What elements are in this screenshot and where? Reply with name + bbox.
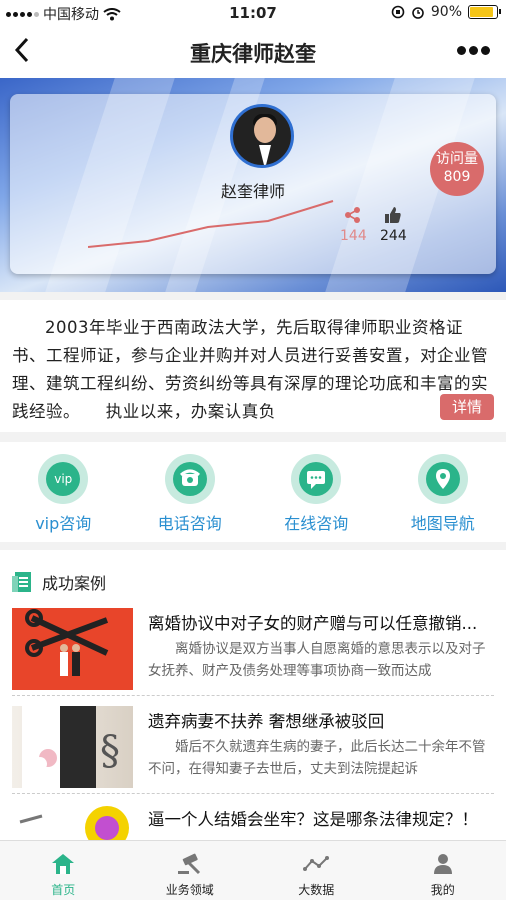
gavel-icon — [177, 853, 200, 875]
svg-text:§: § — [100, 728, 120, 774]
service-online[interactable]: 在线咨询 — [253, 442, 380, 542]
visits-label: 访问量 — [436, 151, 478, 167]
nav-bar: 重庆律师赵奎 — [0, 26, 506, 78]
service-label: 在线咨询 — [284, 514, 349, 533]
case-item[interactable]: § 遗弃病妻不扶养 奢想继承被驳回 婚后不久就遗弃生病的妻子，此后长达二十余年不… — [12, 696, 494, 794]
map-pin-icon — [425, 462, 460, 496]
cases-header: 成功案例 — [0, 550, 506, 598]
battery-icon — [468, 5, 501, 19]
success-cases: 成功案例 离婚协议中对子女的财产赠与可以任意撤销... 离婚协议是双方当事人自愿… — [0, 550, 506, 840]
tab-label: 我的 — [430, 883, 455, 897]
more-button[interactable] — [457, 46, 490, 55]
page-title: 重庆律师赵奎 — [190, 42, 316, 66]
service-label: 地图导航 — [410, 514, 475, 533]
case-title: 离婚协议中对子女的财产赠与可以任意撤销... — [148, 614, 478, 633]
visits-count: 809 — [443, 169, 471, 185]
like-stat[interactable]: 244 — [380, 206, 407, 244]
tab-home[interactable]: 首页 — [0, 841, 127, 900]
battery-percent: 90% — [430, 4, 462, 20]
trend-line — [88, 200, 334, 248]
case-title: 遗弃病妻不扶养 奢想继承被驳回 — [148, 712, 385, 731]
case-title: 逼一个人结婚会坐牢？这是哪条法律规定？！ — [148, 810, 478, 829]
tab-label: 首页 — [51, 883, 76, 897]
status-right: 90% — [391, 4, 501, 20]
tab-business[interactable]: 业务领域 — [127, 841, 254, 900]
service-grid: vip vip咨询 电话咨询 在线咨询 地图导航 — [0, 442, 506, 542]
avatar[interactable] — [230, 104, 294, 168]
profile-banner: 赵奎律师 访问量 809 144 244 — [0, 78, 506, 292]
user-icon — [433, 854, 452, 874]
like-count: 244 — [380, 228, 407, 244]
intro-text: 2003年毕业于西南政法大学，先后取得律师职业资格证书、工程师证，参与企业并购并… — [12, 318, 488, 421]
detail-button[interactable]: 详情 — [440, 394, 494, 420]
alarm-icon — [412, 7, 424, 19]
case-item[interactable]: 逼一个人结婚会坐牢？这是哪条法律规定？！ — [12, 794, 494, 840]
service-label: vip咨询 — [35, 514, 92, 533]
case-thumbnail: § — [12, 706, 133, 788]
case-description: 婚后不久就遗弃生病的妻子，此后长达二十余年不管不问，在得知妻子去世后，丈夫到法院… — [148, 739, 486, 777]
tab-bigdata[interactable]: 大数据 — [253, 841, 380, 900]
tab-label: 业务领域 — [165, 883, 214, 897]
cases-heading: 成功案例 — [42, 574, 107, 593]
vip-icon: vip — [46, 462, 81, 496]
case-description: 离婚协议是双方当事人自愿离婚的意思表示以及对子女抚养、财产及债务处理等事项协商一… — [148, 641, 486, 679]
more-dots-icon — [457, 46, 466, 55]
status-bar: 中国移动 11:07 90% — [0, 0, 506, 26]
service-vip[interactable]: vip vip咨询 — [0, 442, 127, 542]
chat-icon — [299, 462, 334, 496]
visits-badge: 访问量 809 — [430, 142, 484, 196]
home-icon — [52, 854, 75, 874]
service-label: 电话咨询 — [157, 514, 222, 533]
case-thumbnail — [12, 608, 133, 690]
document-icon — [12, 572, 31, 592]
rotation-lock-icon — [391, 5, 405, 19]
tab-mine[interactable]: 我的 — [380, 841, 506, 900]
thumbs-up-icon — [385, 207, 402, 223]
graph-icon — [303, 856, 330, 871]
share-count: 144 — [340, 228, 367, 244]
case-item[interactable]: 离婚协议中对子女的财产赠与可以任意撤销... 离婚协议是双方当事人自愿离婚的意思… — [12, 598, 494, 696]
phone-icon — [172, 462, 207, 496]
share-stat[interactable]: 144 — [340, 206, 367, 244]
tab-label: 大数据 — [298, 883, 335, 897]
lawyer-intro: 2003年毕业于西南政法大学，先后取得律师职业资格证书、工程师证，参与企业并购并… — [0, 300, 506, 432]
share-icon — [345, 207, 361, 223]
profile-card: 赵奎律师 访问量 809 144 244 — [10, 94, 496, 274]
service-phone[interactable]: 电话咨询 — [127, 442, 254, 542]
service-map[interactable]: 地图导航 — [380, 442, 506, 542]
case-thumbnail — [12, 804, 133, 840]
tab-bar: 首页 业务领域 大数据 我的 — [0, 840, 506, 900]
